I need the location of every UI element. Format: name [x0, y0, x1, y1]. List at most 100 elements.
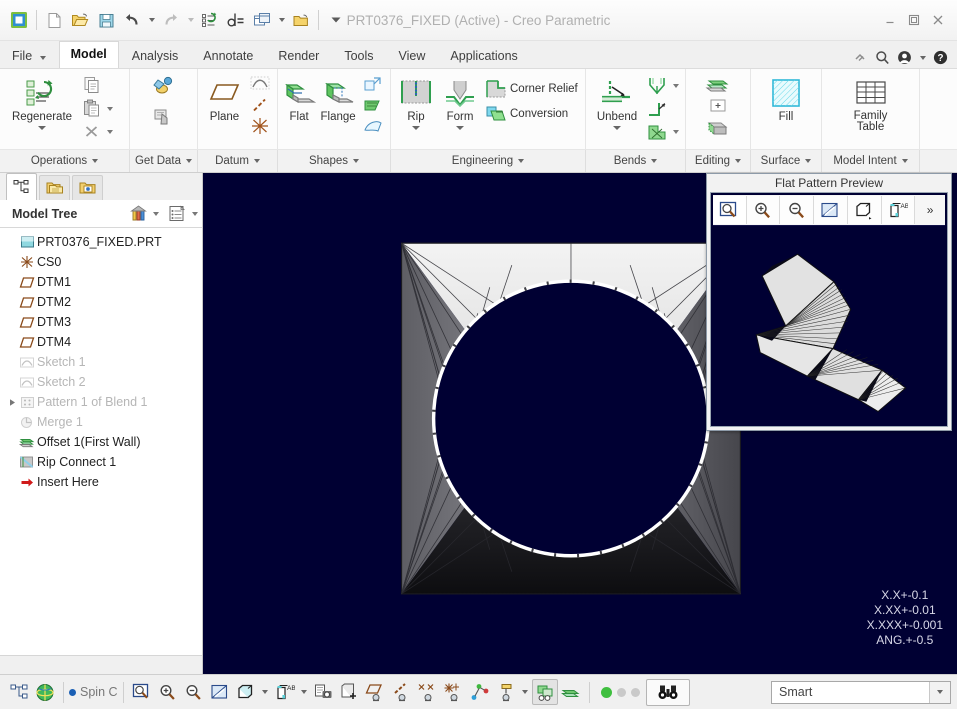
binoculars-icon[interactable]: [645, 678, 690, 706]
chevron-down-icon[interactable]: [929, 681, 950, 703]
tree-item-rip-connect-1[interactable]: Rip Connect 1: [4, 452, 202, 472]
tree-item-dtm3[interactable]: DTM3: [4, 312, 202, 332]
refit-icon[interactable]: [713, 196, 747, 224]
tree-item-sketch-2[interactable]: Sketch 2: [4, 372, 202, 392]
customize-qat-icon[interactable]: [323, 7, 349, 33]
zoom-out-icon[interactable]: [780, 196, 815, 224]
flange-button[interactable]: Flange: [316, 72, 360, 123]
spin-center-dropdown-icon[interactable]: [519, 679, 532, 705]
form-dropdown-icon[interactable]: [456, 126, 464, 130]
global-view-icon[interactable]: [32, 679, 58, 705]
display-style-toggle-icon[interactable]: [531, 679, 558, 705]
tree-settings-dropdown-icon[interactable]: [192, 211, 198, 216]
zoom-in-icon[interactable]: [155, 679, 181, 705]
tree-item-sketch-1[interactable]: Sketch 1: [4, 352, 202, 372]
saved-orientations-icon[interactable]: [847, 196, 882, 224]
zoom-out-icon[interactable]: [181, 679, 207, 705]
regenerate-icon[interactable]: [197, 7, 223, 33]
datum-plane-display-icon[interactable]: [363, 679, 389, 705]
tree-item-insert-here[interactable]: Insert Here: [4, 472, 202, 492]
bend-button[interactable]: [644, 74, 681, 97]
refit-icon[interactable]: [129, 679, 155, 705]
redo-dropdown-icon[interactable]: [184, 7, 197, 33]
snapshot-icon[interactable]: [311, 679, 337, 705]
minimize-button[interactable]: [879, 9, 901, 31]
family-table-button[interactable]: Family Table: [840, 72, 902, 133]
copy-button[interactable]: [80, 74, 115, 97]
group-label-bends[interactable]: Bends: [586, 150, 686, 172]
merge-button[interactable]: [704, 117, 732, 139]
minimize-ribbon-icon[interactable]: [852, 49, 869, 66]
annotation-display-dropdown-icon[interactable]: [298, 679, 311, 705]
close-window-icon[interactable]: [288, 7, 314, 33]
tab-model[interactable]: Model: [58, 41, 119, 68]
offset-button[interactable]: [703, 73, 733, 95]
search-icon[interactable]: [874, 49, 891, 66]
group-label-surface[interactable]: Surface: [751, 150, 822, 172]
layer-icon[interactable]: [337, 679, 363, 705]
paste-dropdown-icon[interactable]: [107, 106, 113, 111]
tree-item-offset-1[interactable]: Offset 1(First Wall): [4, 432, 202, 452]
annotation-icon[interactable]: [467, 679, 493, 705]
flat-pattern-canvas[interactable]: [713, 228, 945, 424]
group-label-model-intent[interactable]: Model Intent: [822, 150, 920, 172]
saved-orientations-icon[interactable]: [233, 679, 259, 705]
save-icon[interactable]: [93, 7, 119, 33]
form-button[interactable]: Form: [437, 72, 483, 130]
tree-item-dtm1[interactable]: DTM1: [4, 272, 202, 292]
delete-button[interactable]: [80, 120, 115, 143]
rip-button[interactable]: Rip: [395, 72, 437, 130]
tree-item-part[interactable]: PRT0376_FIXED.PRT: [4, 232, 202, 252]
tree-item-dtm2[interactable]: DTM2: [4, 292, 202, 312]
undo-dropdown-icon[interactable]: [145, 7, 158, 33]
extend-button[interactable]: [360, 74, 386, 95]
deform-area-button[interactable]: [644, 120, 681, 143]
paste-button[interactable]: [80, 97, 115, 120]
zoom-in-icon[interactable]: [746, 196, 781, 224]
conversion-button[interactable]: Conversion: [483, 101, 580, 126]
window-icon[interactable]: [249, 7, 275, 33]
annotation-display-icon[interactable]: AB: [272, 679, 298, 705]
datum-sketch-button[interactable]: [247, 73, 273, 94]
fill-button[interactable]: Fill: [762, 72, 810, 123]
open-file-icon[interactable]: [67, 7, 93, 33]
csys-display-icon[interactable]: [441, 679, 467, 705]
new-file-icon[interactable]: [41, 7, 67, 33]
tab-applications[interactable]: Applications: [438, 44, 529, 68]
group-label-shapes[interactable]: Shapes: [278, 150, 391, 172]
maximize-button[interactable]: [903, 9, 925, 31]
datum-axis-button[interactable]: [247, 94, 273, 115]
display-style-icon[interactable]: [207, 679, 233, 705]
regenerate-dropdown-icon[interactable]: [38, 126, 46, 130]
tree-item-cs0[interactable]: CS0: [4, 252, 202, 272]
deform-area-dropdown-icon[interactable]: [673, 129, 679, 134]
corner-relief-button[interactable]: Corner Relief: [483, 76, 580, 101]
tree-item-merge-1[interactable]: Merge 1: [4, 412, 202, 432]
account-dropdown-icon[interactable]: [918, 49, 927, 66]
account-icon[interactable]: [896, 49, 913, 66]
tree-item-dtm4[interactable]: DTM4: [4, 332, 202, 352]
rip-dropdown-icon[interactable]: [412, 126, 420, 130]
flat-button[interactable]: Flat: [282, 72, 317, 123]
tab-analysis[interactable]: Analysis: [120, 44, 191, 68]
tree-settings-icon[interactable]: [168, 205, 187, 223]
unbend-dropdown-icon[interactable]: [613, 126, 621, 130]
tree-expander-icon[interactable]: [6, 398, 18, 407]
group-label-datum[interactable]: Datum: [198, 150, 278, 172]
regenerate-button[interactable]: Regenerate: [4, 72, 80, 130]
tab-view[interactable]: View: [387, 44, 438, 68]
undo-icon[interactable]: [119, 7, 145, 33]
annotation-display-icon[interactable]: AB: [881, 196, 916, 224]
saved-orientations-dropdown-icon[interactable]: [259, 679, 272, 705]
delete-dropdown-icon[interactable]: [107, 129, 113, 134]
tree-item-pattern-1-of-blend-1[interactable]: Pattern 1 of Blend 1: [4, 392, 202, 412]
flat-pattern-overflow-button[interactable]: »: [915, 196, 945, 224]
group-label-engineering[interactable]: Engineering: [391, 150, 586, 172]
graphics-window[interactable]: X.X+-0.1 X.XX+-0.01 X.XXX+-0.001 ANG.+-0…: [203, 173, 957, 674]
model-tree-toggle-icon[interactable]: [6, 679, 32, 705]
model-tree-tab[interactable]: [6, 173, 37, 200]
tab-tools[interactable]: Tools: [332, 44, 385, 68]
group-label-operations[interactable]: Operations: [0, 150, 130, 172]
favorites-tab[interactable]: [72, 175, 103, 200]
redo-icon[interactable]: [158, 7, 184, 33]
